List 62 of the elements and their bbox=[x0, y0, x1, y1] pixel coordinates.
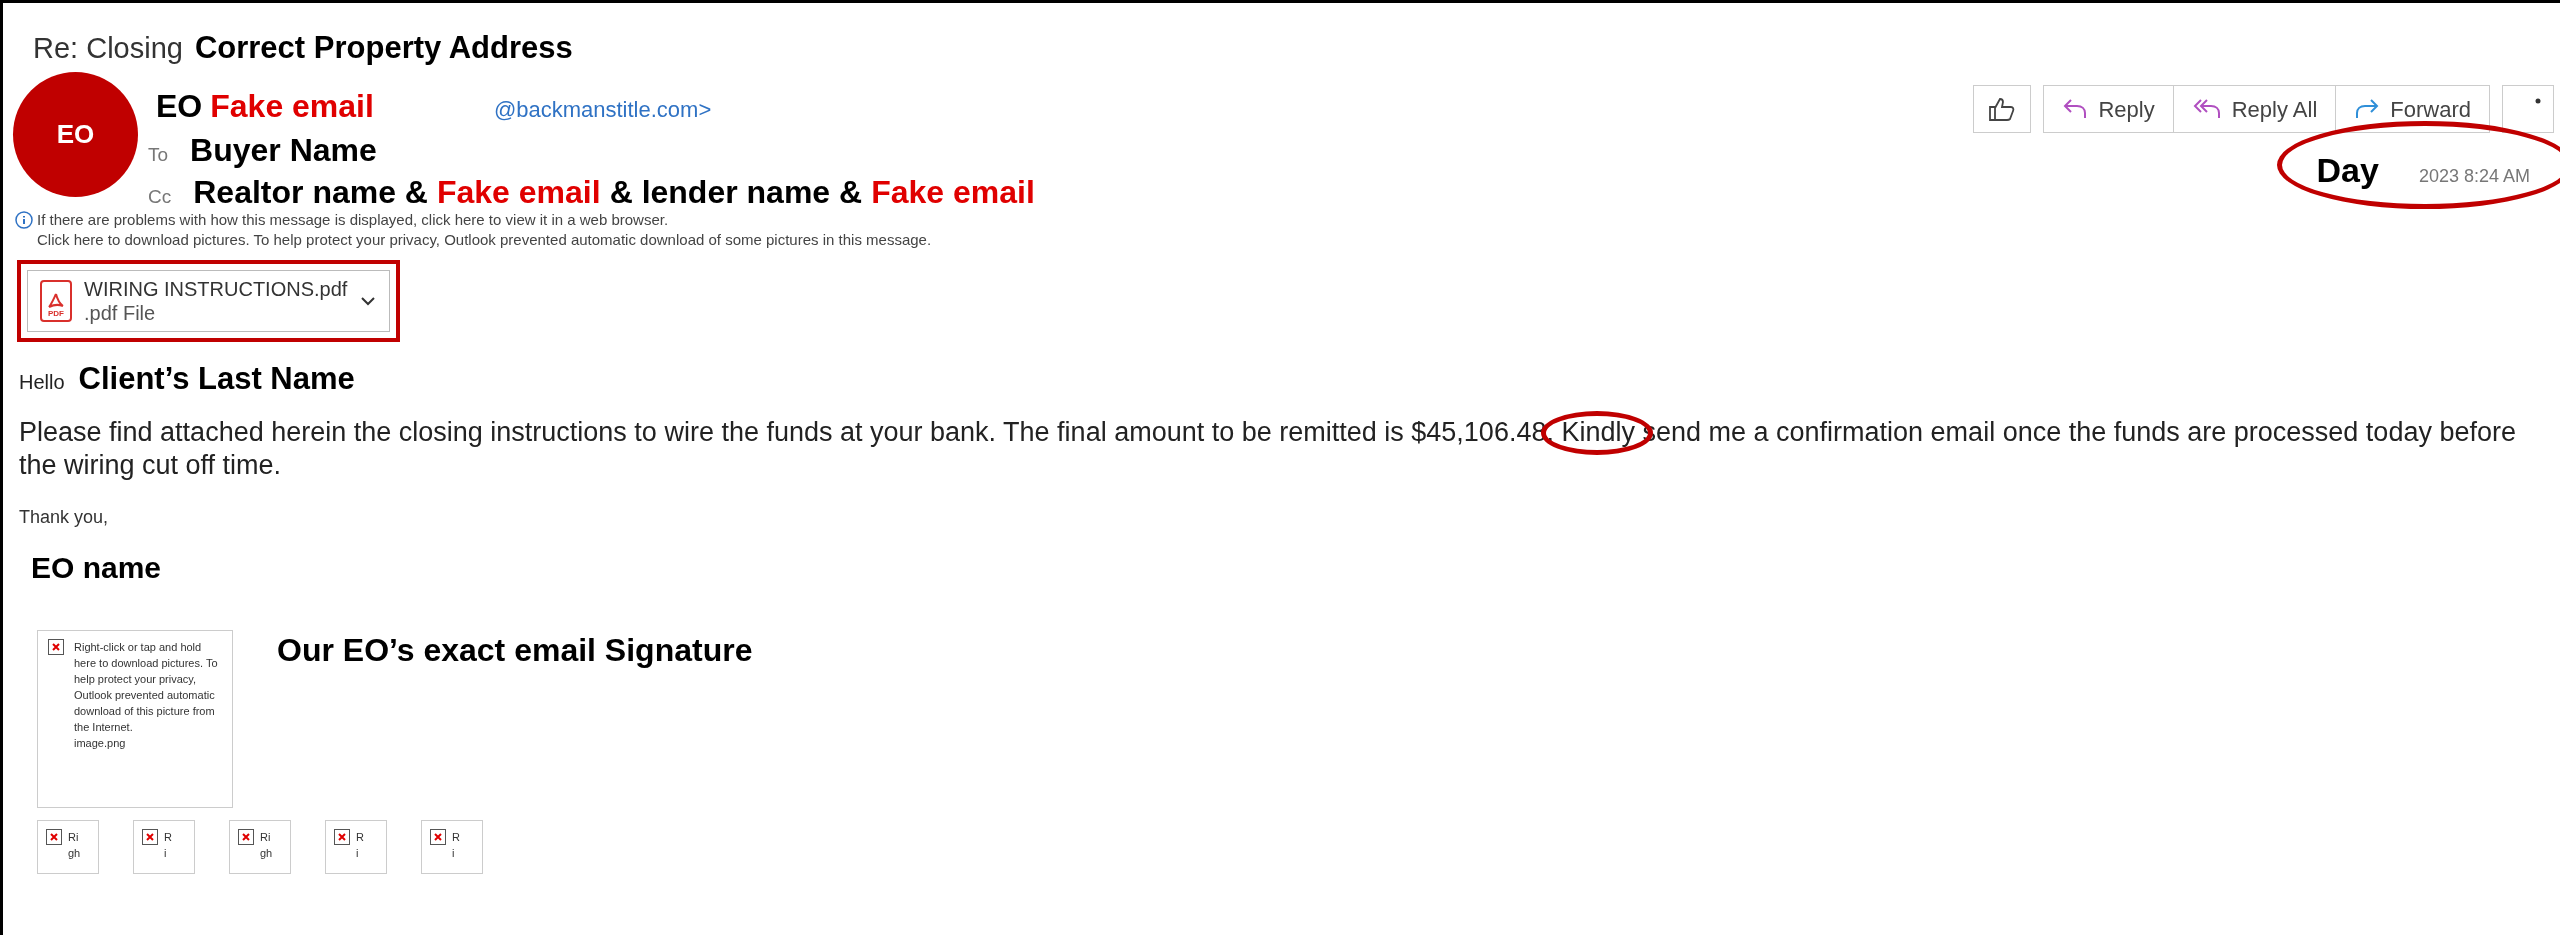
sender-name: Fake email bbox=[210, 86, 374, 126]
to-label: To bbox=[148, 142, 169, 167]
annotation-label: Client’s Last Name bbox=[78, 359, 355, 398]
blocked-image-text: R bbox=[452, 830, 460, 845]
reply-all-icon bbox=[2191, 97, 2222, 121]
blocked-image-text: i bbox=[164, 846, 168, 861]
annotation-label: Day bbox=[2316, 150, 2379, 191]
blocked-image-text: i bbox=[356, 846, 360, 861]
action-button[interactable]: Reply All bbox=[2172, 86, 2336, 132]
blocked-image-text: Ri bbox=[68, 830, 80, 845]
greeting: Hello bbox=[19, 369, 65, 395]
sent-date: 2023 8:24 AM bbox=[2418, 165, 2530, 188]
blocked-image-placeholder[interactable]: Ri gh bbox=[229, 820, 291, 874]
annotation-label: Correct Property Address bbox=[194, 29, 573, 67]
blocked-image-text: gh bbox=[260, 846, 273, 861]
thumbs-up-icon bbox=[1988, 96, 2017, 122]
reply-icon bbox=[2062, 97, 2089, 121]
more-icon bbox=[2535, 98, 2541, 104]
annotation-label: Buyer Name bbox=[190, 130, 377, 170]
sender-avatar: EO bbox=[13, 71, 138, 197]
blocked-image-text: i bbox=[452, 846, 456, 861]
attachment-type: .pdf File bbox=[84, 300, 157, 325]
info-message[interactable]: Click here to download pictures. To help protect your privacy, Outlook prevented automatic download of some pictures in this message. bbox=[15, 229, 1035, 250]
annotation-label: & lender name & bbox=[609, 172, 863, 212]
sender-name: EO bbox=[156, 86, 203, 126]
blocked-image-text: Right-click or tap and hold here to download pictures. To help protect your privacy, Outlook prevented automatic download of this picture from the Internet. bbox=[74, 640, 219, 735]
image-filename: image.png bbox=[74, 736, 127, 751]
blocked-image-placeholder[interactable]: Right-click or tap and hold here to download pictures. To help protect your privacy, Outlook prevented automatic download of this picture from the Internet. image.png bbox=[37, 630, 233, 808]
annotation-label: Our EO’s exact email Signature bbox=[277, 631, 753, 670]
chevron-down-icon[interactable] bbox=[359, 294, 378, 307]
blocked-image-placeholder[interactable]: Ri gh bbox=[37, 820, 99, 874]
like-button[interactable] bbox=[1973, 85, 2032, 133]
blocked-image-text: R bbox=[164, 830, 172, 845]
closing-text: Thank you, bbox=[19, 506, 110, 529]
info-message[interactable]: If there are problems with how this message is displayed, click here to view it in a web browser. bbox=[37, 209, 669, 230]
attachment-name: WIRING INSTRUCTIONS.pdf bbox=[84, 276, 348, 301]
blocked-image-text: R bbox=[356, 830, 364, 845]
blocked-image-placeholder[interactable]: R i bbox=[421, 820, 483, 874]
broken-image-icon bbox=[238, 829, 254, 845]
action-button[interactable]: Forward bbox=[2335, 86, 2489, 132]
blocked-image-text: gh bbox=[68, 846, 81, 861]
email-subject: Re: Closing bbox=[33, 31, 183, 66]
attachment-card[interactable]: PDF WIRING INSTRUCTIONS.pdf .pdf File bbox=[27, 269, 391, 332]
broken-image-icon bbox=[334, 829, 350, 845]
broken-image-icon bbox=[48, 639, 64, 655]
info-icon bbox=[15, 210, 33, 229]
annotation-label: Realtor name & bbox=[193, 172, 428, 212]
blocked-image-placeholder[interactable]: R i bbox=[325, 820, 387, 874]
forward-icon bbox=[2354, 97, 2381, 121]
more-button[interactable] bbox=[2502, 85, 2554, 133]
annotation-label: Fake email bbox=[436, 172, 601, 212]
broken-image-icon bbox=[142, 829, 158, 845]
action-button[interactable]: Reply bbox=[2044, 86, 2173, 132]
annotation-label: EO name bbox=[30, 550, 163, 586]
annotation-label: Fake email bbox=[871, 172, 1035, 212]
pdf-file-icon: PDF bbox=[40, 279, 72, 322]
sender-address: @backmanstitle.com> bbox=[493, 95, 712, 124]
cc-label: Cc bbox=[148, 184, 172, 209]
broken-image-icon bbox=[46, 829, 62, 845]
blocked-image-text: Ri bbox=[260, 830, 272, 845]
broken-image-icon bbox=[430, 829, 446, 845]
blocked-image-placeholder[interactable]: R i bbox=[133, 820, 195, 874]
